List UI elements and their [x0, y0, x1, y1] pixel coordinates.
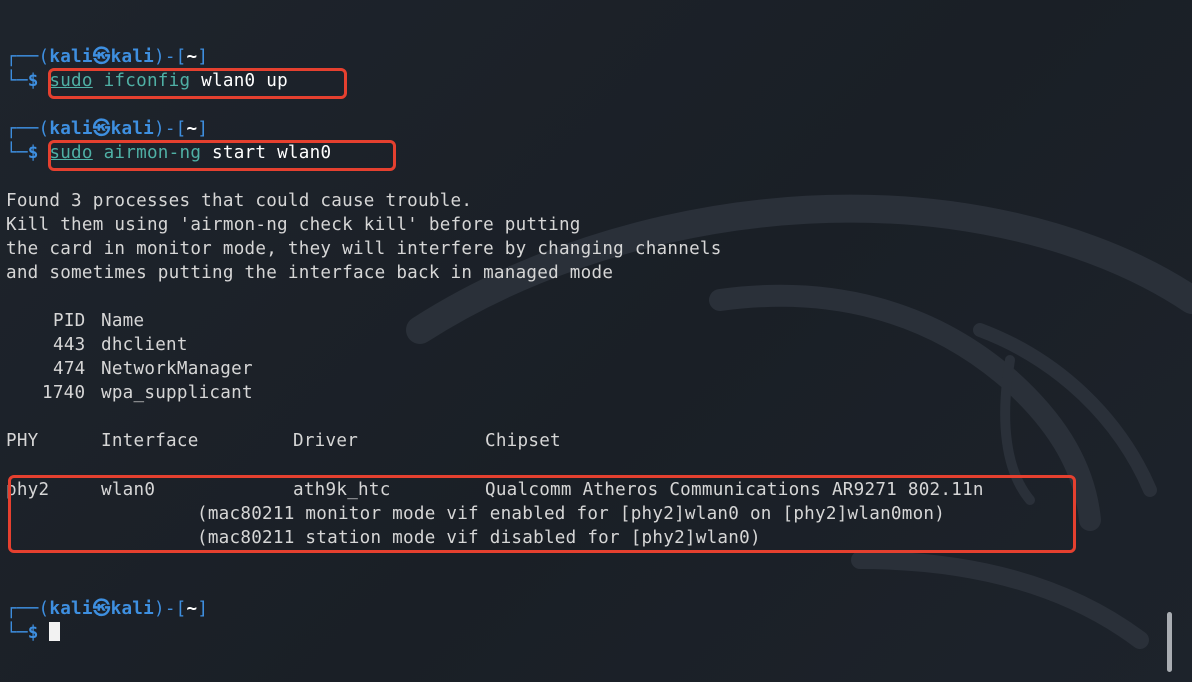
prompt-bracket: ┌──( — [6, 599, 50, 619]
prompt-symbol: $ — [27, 71, 39, 91]
prompt-line: ┌──(kali㉿kali)-[~] — [6, 45, 208, 69]
name-column-header: Name — [101, 311, 145, 331]
prompt-line: ┌──(kali㉿kali)-[~] — [6, 117, 208, 141]
prompt-corner: └─ — [6, 71, 28, 91]
prompt-symbol: $ — [27, 623, 39, 643]
highlight-box-ifconfig — [48, 68, 347, 99]
prompt-corner: └─ — [6, 623, 28, 643]
prompt-bracket: )-[ — [153, 599, 187, 619]
output-line: Found 3 processes that could cause troub… — [6, 191, 473, 211]
prompt-host: kali — [110, 599, 154, 619]
terminal-window[interactable]: ┌──(kali㉿kali)-[~] └─$ sudo ifconfig wla… — [0, 0, 1192, 682]
prompt-cwd: ~ — [186, 119, 198, 139]
chipset-column-header: Chipset — [485, 431, 561, 451]
process-pid: 1740 — [42, 383, 86, 403]
prompt-user: kali — [49, 119, 93, 139]
prompt-at-symbol: ㉿ — [92, 599, 111, 619]
prompt-bracket: )-[ — [153, 119, 187, 139]
output-line: Kill them using 'airmon-ng check kill' b… — [6, 215, 581, 235]
process-pid: 443 — [53, 335, 86, 355]
prompt-bracket: ┌──( — [6, 47, 50, 67]
highlight-box-interface — [8, 475, 1076, 553]
process-name: NetworkManager — [101, 359, 253, 379]
prompt-bracket: ┌──( — [6, 119, 50, 139]
output-line: the card in monitor mode, they will inte… — [6, 239, 722, 259]
prompt-cwd: ~ — [186, 599, 198, 619]
prompt-at-symbol: ㉿ — [92, 47, 111, 67]
prompt-at-symbol: ㉿ — [92, 119, 111, 139]
phy-column-header: PHY — [6, 431, 39, 451]
driver-column-header: Driver — [293, 431, 359, 451]
prompt-corner: └─ — [6, 143, 28, 163]
prompt-bracket: ] — [197, 599, 209, 619]
output-line: and sometimes putting the interface back… — [6, 263, 614, 283]
prompt-user: kali — [49, 47, 93, 67]
pid-column-header: PID — [53, 311, 86, 331]
text-cursor[interactable] — [49, 622, 61, 641]
process-name: wpa_supplicant — [101, 383, 253, 403]
process-pid: 474 — [53, 359, 86, 379]
prompt-bracket: ] — [197, 47, 209, 67]
prompt-host: kali — [110, 119, 154, 139]
prompt-symbol: $ — [27, 143, 39, 163]
scrollbar-thumb[interactable] — [1167, 612, 1172, 672]
active-command-line[interactable]: └─$ — [6, 621, 61, 645]
prompt-line: ┌──(kali㉿kali)-[~] — [6, 597, 208, 621]
prompt-bracket: )-[ — [153, 47, 187, 67]
prompt-host: kali — [110, 47, 154, 67]
highlight-box-airmon — [48, 140, 396, 171]
prompt-bracket: ] — [197, 119, 209, 139]
interface-column-header: Interface — [101, 431, 199, 451]
prompt-cwd: ~ — [186, 47, 198, 67]
prompt-user: kali — [49, 599, 93, 619]
process-name: dhclient — [101, 335, 188, 355]
